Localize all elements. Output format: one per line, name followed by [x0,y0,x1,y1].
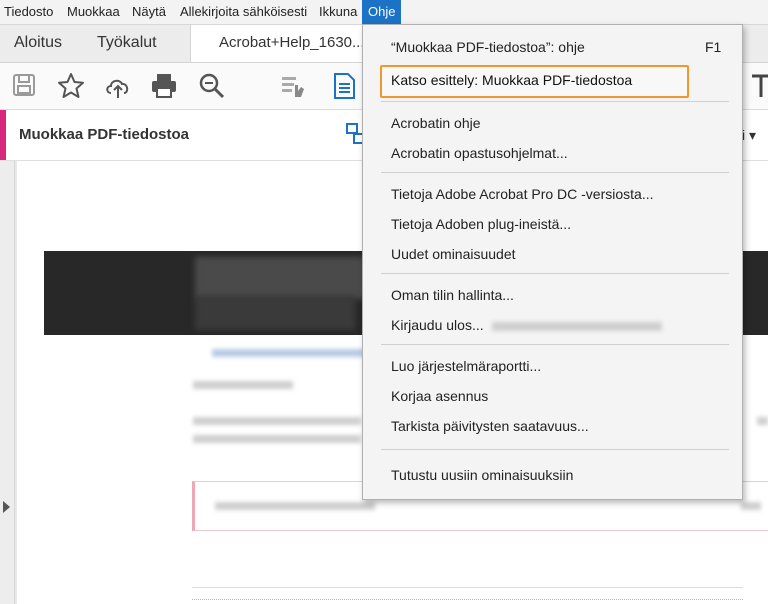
blurred-text [757,417,768,425]
blurred-note [215,502,375,510]
blurred-heading [195,257,377,299]
menu-window[interactable]: Ikkuna [319,0,357,24]
blurred-date [193,381,293,389]
menu-item-watch-demo[interactable]: Katso esittely: Muokkaa PDF-tiedostoa [391,70,632,90]
menu-item-manage-account[interactable]: Oman tilin hallinta... [391,285,514,305]
blurred-account-email [491,321,662,331]
menu-item-tool-help[interactable]: “Muokkaa PDF-tiedostoa”: ohje [391,37,585,57]
menu-item-new-features[interactable]: Uudet ominaisuudet [391,244,516,264]
menu-edit[interactable]: Muokkaa [67,0,120,24]
expand-arrow-icon[interactable] [3,501,10,513]
menu-separator [381,273,729,274]
blurred-heading-line [195,296,355,330]
menu-item-repair-install[interactable]: Korjaa asennus [391,386,488,406]
tab-tools[interactable]: Työkalut [97,25,157,62]
tool-title: Muokkaa PDF-tiedostoa [19,126,190,143]
save-icon[interactable] [10,71,40,101]
menu-separator [381,101,729,102]
shortcut-f1: F1 [705,39,722,55]
menu-bar: Tiedosto Muokkaa Näytä Allekirjoita sähk… [0,0,768,25]
tool-accent-bar [0,110,6,160]
menu-item-sign-out[interactable]: Kirjaudu ulos... [391,315,662,335]
menu-separator [381,172,729,173]
left-panel-toggle[interactable] [0,161,15,604]
menu-item-check-updates[interactable]: Tarkista päivitysten saatavuus... [391,416,589,436]
menu-separator [381,344,729,345]
blurred-link [212,349,372,357]
menu-item-tutorials[interactable]: Acrobatin opastusohjelmat... [391,143,568,163]
tab-home[interactable]: Aloitus [14,25,62,62]
bookmark-star-icon[interactable] [56,71,86,101]
text-tool-icon[interactable] [748,71,768,101]
blurred-text [193,435,361,443]
help-menu-dropdown: “Muokkaa PDF-tiedostoa”: ohje F1 Katso e… [362,24,743,500]
blurred-text [193,417,361,425]
hand-tool-icon[interactable] [279,71,309,101]
menu-item-about-acrobat[interactable]: Tietoja Adobe Acrobat Pro DC -versiosta.… [391,184,654,204]
dotted-divider [192,599,743,600]
document-icon[interactable] [329,71,359,101]
cloud-upload-icon[interactable] [103,71,133,101]
menu-item-acrobat-help[interactable]: Acrobatin ohje [391,113,481,133]
menu-file[interactable]: Tiedosto [4,0,53,24]
menu-item-about-plugins[interactable]: Tietoja Adoben plug-ineistä... [391,214,571,234]
menu-help[interactable]: Ohje [362,0,402,24]
menu-separator [381,449,729,450]
divider [192,587,743,588]
blurred-note [741,502,761,510]
menu-view[interactable]: Näytä [132,0,166,24]
sign-out-label: Kirjaudu ulos... [391,317,484,333]
print-icon[interactable] [149,71,179,101]
menu-item-system-report[interactable]: Luo järjestelmäraportti... [391,356,541,376]
menu-sign[interactable]: Allekirjoita sähköisesti [180,0,307,24]
menu-item-explore-features[interactable]: Tutustu uusiin ominaisuuksiin [391,465,573,485]
zoom-search-icon[interactable] [197,71,227,101]
